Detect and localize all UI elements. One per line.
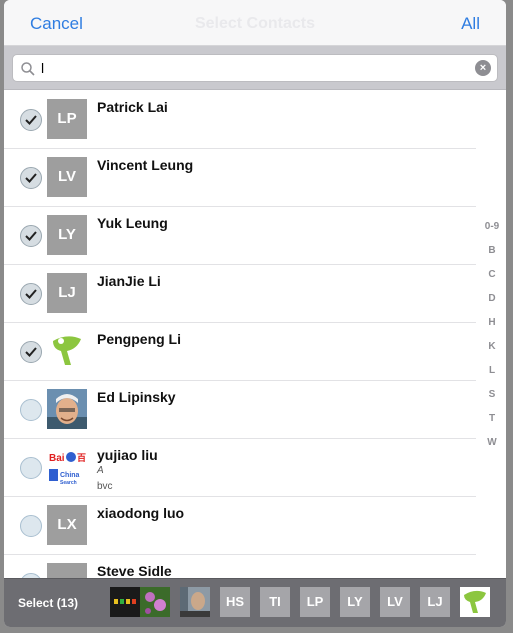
- contact-detail-line-2: bvc: [97, 481, 113, 492]
- contact-name: Steve Sidle: [97, 563, 172, 578]
- index-item[interactable]: D: [478, 293, 506, 304]
- unchecked-circle-icon[interactable]: [20, 515, 42, 537]
- contact-row-yuk-leung[interactable]: LY Yuk Leung: [4, 207, 476, 265]
- select-all-button[interactable]: All: [461, 14, 480, 34]
- svg-text:百: 百: [77, 453, 86, 463]
- select-contacts-sheet: Cancel Select Contacts All × LP Patrick …: [4, 0, 506, 627]
- checkmark-icon[interactable]: [20, 283, 42, 305]
- unchecked-circle-icon[interactable]: [20, 457, 42, 479]
- person-photo-avatar: [47, 389, 87, 429]
- baidu-logo-avatar: Bai 百 China Search: [47, 447, 87, 487]
- search-box[interactable]: ×: [12, 54, 498, 82]
- green-logo-avatar: [47, 331, 87, 371]
- avatar: [47, 563, 87, 578]
- selected-thumb[interactable]: LP: [300, 587, 330, 617]
- contact-name: JianJie Li: [97, 273, 161, 289]
- contact-name: Yuk Leung: [97, 215, 168, 231]
- selected-thumb[interactable]: LY: [340, 587, 370, 617]
- avatar: LV: [47, 157, 87, 197]
- contact-row-patrick-lai[interactable]: LP Patrick Lai: [4, 91, 476, 149]
- search-icon: [21, 62, 35, 76]
- index-item[interactable]: C: [478, 269, 506, 280]
- index-item[interactable]: K: [478, 341, 506, 352]
- index-item[interactable]: 0-9: [478, 221, 506, 232]
- contact-row-ed-lipinsky[interactable]: Ed Lipinsky: [4, 381, 476, 439]
- avatar: LX: [47, 505, 87, 545]
- selected-thumb[interactable]: TI: [260, 587, 290, 617]
- selected-thumb-pattern[interactable]: [110, 587, 140, 617]
- contact-name: Patrick Lai: [97, 99, 168, 115]
- unchecked-circle-icon[interactable]: [20, 399, 42, 421]
- index-item[interactable]: W: [478, 437, 506, 448]
- contact-row-jianjie-li[interactable]: LJ JianJie Li: [4, 265, 476, 323]
- selected-thumb-person[interactable]: [180, 587, 210, 617]
- selected-thumb[interactable]: LJ: [420, 587, 450, 617]
- contact-name: xiaodong luo: [97, 505, 185, 521]
- checkmark-icon[interactable]: [20, 167, 42, 189]
- checkmark-icon[interactable]: [20, 341, 42, 363]
- selection-bar: Select (13) HS TI LP LY LV LJ: [4, 578, 506, 627]
- contact-row-steve-sidle[interactable]: Steve Sidle: [4, 555, 476, 578]
- selected-thumb[interactable]: LV: [380, 587, 410, 617]
- page-title: Select Contacts: [194, 15, 316, 32]
- selected-thumb[interactable]: HS: [220, 587, 250, 617]
- contact-row-vincent-leung[interactable]: LV Vincent Leung: [4, 149, 476, 207]
- contact-name: Pengpeng Li: [97, 331, 181, 347]
- contact-row-pengpeng-li[interactable]: Pengpeng Li: [4, 323, 476, 381]
- clear-search-icon[interactable]: ×: [475, 60, 491, 76]
- index-item[interactable]: S: [478, 389, 506, 400]
- avatar: LP: [47, 99, 87, 139]
- contact-row-xiaodong-luo[interactable]: LX xiaodong luo: [4, 497, 476, 555]
- index-item[interactable]: H: [478, 317, 506, 328]
- search-bar: ×: [4, 46, 506, 90]
- avatar: LY: [47, 215, 87, 255]
- checkmark-icon[interactable]: [20, 225, 42, 247]
- contact-list[interactable]: LP Patrick Lai LV Vincent Leung LY Yuk L…: [4, 91, 476, 578]
- svg-text:Search: Search: [60, 480, 77, 486]
- svg-text:China: China: [60, 472, 80, 479]
- nav-bar: Cancel Select Contacts All: [4, 0, 506, 46]
- select-button[interactable]: Select (13): [18, 596, 78, 610]
- contact-name: Ed Lipinsky: [97, 389, 176, 405]
- svg-text:Bai: Bai: [49, 453, 65, 464]
- index-item[interactable]: L: [478, 365, 506, 376]
- section-index[interactable]: 0-9 B C D H K L S T W: [478, 91, 506, 578]
- checkmark-icon[interactable]: [20, 109, 42, 131]
- selected-thumb-flowers[interactable]: [140, 587, 170, 617]
- selected-thumb-green-logo[interactable]: [460, 587, 490, 617]
- contact-name: Vincent Leung: [97, 157, 194, 173]
- search-input[interactable]: [41, 58, 461, 78]
- avatar: LJ: [47, 273, 87, 313]
- index-item[interactable]: B: [478, 245, 506, 256]
- contact-row-yujiao-liu[interactable]: Bai 百 China Search yujiao liu A bvc: [4, 439, 476, 497]
- contact-detail-line-1: A: [97, 465, 104, 476]
- index-item[interactable]: T: [478, 413, 506, 424]
- contact-name: yujiao liu: [97, 447, 158, 463]
